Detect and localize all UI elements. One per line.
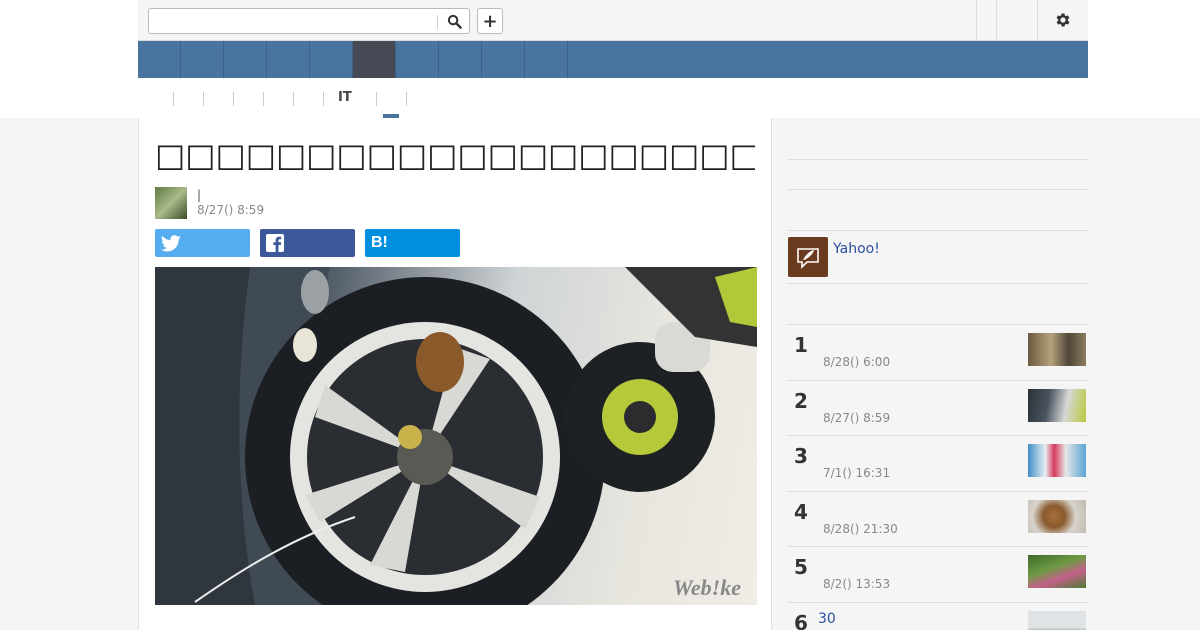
search-button[interactable] — [441, 11, 467, 31]
nav-item[interactable] — [267, 41, 310, 78]
subnav-divider — [323, 92, 324, 106]
subnav-divider — [376, 92, 377, 106]
ranking-item[interactable]: 3 7/1() 16:31 — [788, 436, 1088, 491]
nav-item[interactable] — [138, 41, 181, 78]
rank-date: 8/2() 13:53 — [823, 577, 891, 591]
rank-number: 5 — [794, 555, 808, 579]
rank-thumbnail[interactable] — [1028, 389, 1086, 422]
article-hero-image: Web!ke — [155, 267, 757, 605]
rank-title[interactable]: 30 — [818, 611, 836, 627]
nav-item[interactable] — [525, 41, 568, 78]
sidebar-divider — [788, 283, 1088, 284]
nav-item[interactable] — [310, 41, 353, 78]
ranking-item[interactable]: 4 8/28() 21:30 — [788, 492, 1088, 547]
nav-item[interactable] — [181, 41, 224, 78]
subnav-divider — [173, 92, 174, 106]
nav-item[interactable] — [482, 41, 525, 78]
rank-thumbnail[interactable] — [1028, 611, 1086, 630]
sub-nav: IT — [138, 78, 1088, 118]
author-avatar[interactable] — [155, 187, 187, 219]
rank-date: 7/1() 16:31 — [823, 466, 891, 480]
rank-number: 6 — [794, 611, 808, 630]
subnav-divider — [263, 92, 264, 106]
article-card: □□□□□□□□□□□□□□□□□□□□□□□□□□□□□□□□□□□ | 8/… — [138, 118, 772, 630]
rank-date: 8/28() 21:30 — [823, 522, 898, 536]
rank-thumbnail[interactable] — [1028, 444, 1086, 477]
subnav-item-it[interactable]: IT — [338, 90, 352, 106]
facebook-icon — [266, 234, 284, 252]
subnav-divider — [233, 92, 234, 106]
settings-button[interactable] — [1037, 0, 1088, 40]
ranking-item[interactable]: 1 8/28() 6:00 — [788, 325, 1088, 380]
rank-number: 2 — [794, 389, 808, 413]
nav-item-active[interactable] — [353, 41, 396, 78]
ranking-item[interactable]: 5 8/2() 13:53 — [788, 547, 1088, 602]
image-watermark: Web!ke — [672, 575, 741, 600]
promo-link[interactable]: Yahoo! — [833, 241, 880, 257]
rank-thumbnail[interactable] — [1028, 555, 1086, 588]
rank-number: 4 — [794, 500, 808, 524]
sidebar-divider — [788, 189, 1088, 190]
rank-date: 8/27() 8:59 — [823, 411, 891, 425]
nav-item[interactable] — [224, 41, 267, 78]
add-button[interactable]: + — [477, 8, 503, 34]
rank-number: 1 — [794, 333, 808, 357]
article-title: □□□□□□□□□□□□□□□□□□□□□□□□□□□□□□□□□□□ — [155, 136, 755, 174]
menu-cell[interactable] — [976, 0, 996, 40]
search-separator — [437, 15, 438, 29]
sidebar: Yahoo! 1 8/28() 6:00 2 8/27() 8:59 3 7/1… — [788, 118, 1088, 630]
article-date: 8/27() 8:59 — [197, 203, 265, 217]
sidebar-divider — [788, 159, 1088, 160]
top-right-menu — [976, 0, 1088, 40]
hatena-icon: B! — [371, 234, 388, 251]
hatena-bookmark-button[interactable]: B! — [365, 229, 460, 257]
gear-icon — [1056, 13, 1070, 27]
nav-item[interactable] — [396, 41, 439, 78]
rank-thumbnail[interactable] — [1028, 500, 1086, 533]
author-name[interactable]: | — [197, 188, 201, 202]
rank-thumbnail[interactable] — [1028, 333, 1086, 366]
rank-number: 3 — [794, 444, 808, 468]
twitter-icon — [161, 234, 181, 251]
rank-date: 8/28() 6:00 — [823, 355, 891, 369]
subnav-divider — [203, 92, 204, 106]
sidebar-divider — [788, 230, 1088, 231]
hero-illustration — [155, 267, 757, 605]
quill-icon — [788, 237, 828, 277]
subnav-divider — [406, 92, 407, 106]
main-nav — [138, 41, 1088, 78]
search-input[interactable] — [149, 9, 437, 33]
menu-cell[interactable] — [996, 0, 1037, 40]
facebook-share-button[interactable] — [260, 229, 355, 257]
twitter-share-button[interactable] — [155, 229, 250, 257]
top-bar: + — [138, 0, 1088, 41]
yahoo-promo[interactable]: Yahoo! — [788, 237, 1088, 289]
ranking-item[interactable]: 2 8/27() 8:59 — [788, 381, 1088, 436]
search-box — [148, 8, 470, 34]
subnav-divider — [293, 92, 294, 106]
ranking-item[interactable]: 6 30 — [788, 603, 1088, 630]
search-icon — [447, 14, 462, 29]
nav-item[interactable] — [439, 41, 482, 78]
